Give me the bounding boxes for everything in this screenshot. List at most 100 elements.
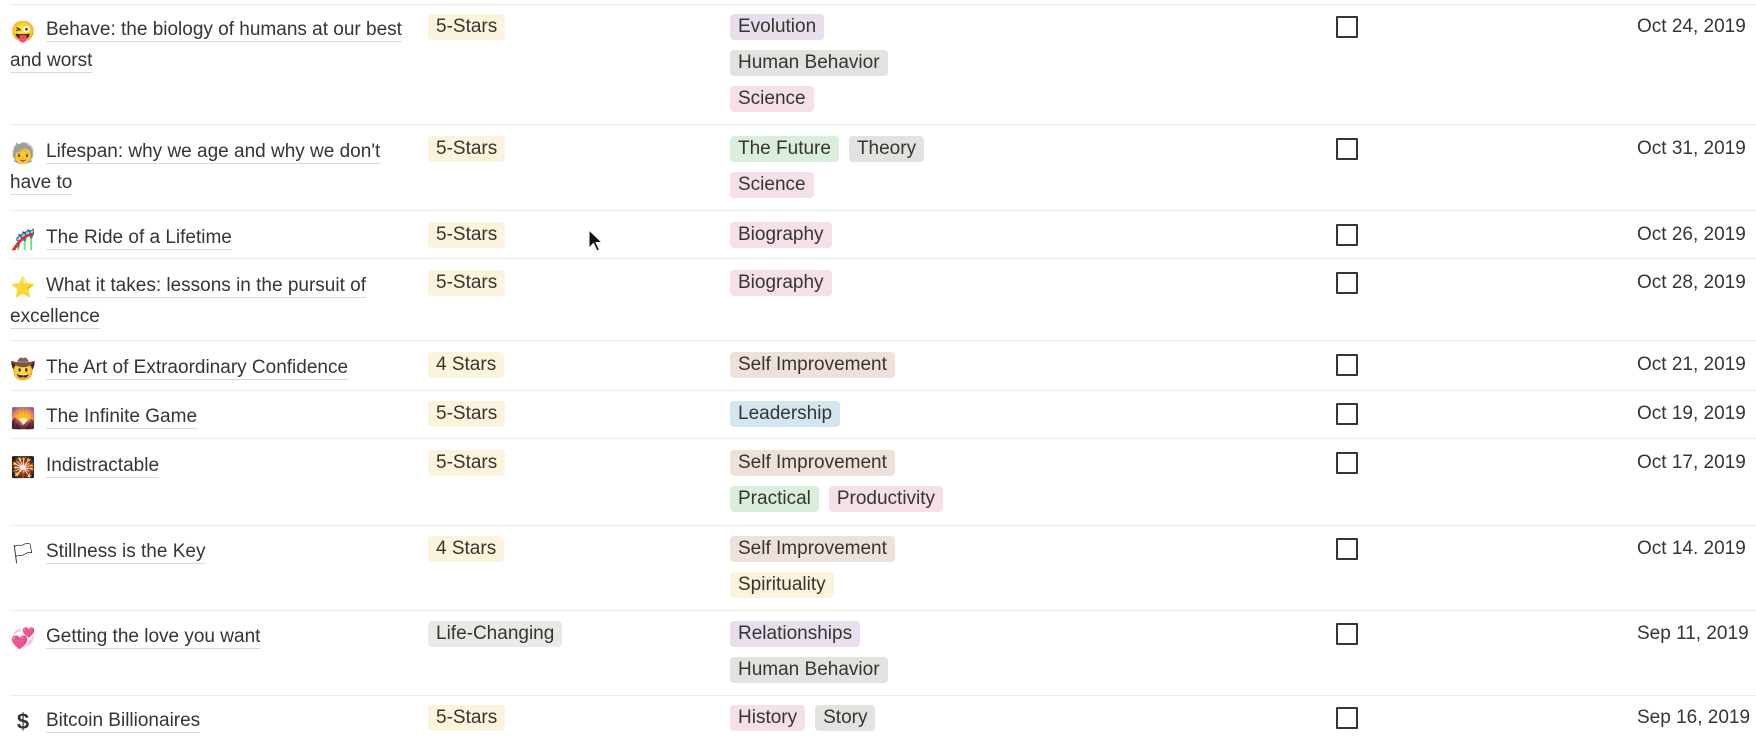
sunrise-icon: 🌄 [10,408,36,430]
date-read: Oct 24, 2019 [1637,16,1746,37]
tag-line: Leadership [730,401,1030,437]
tag-line: Biography [730,222,1030,258]
rating-tag[interactable]: 4 Stars [428,536,505,562]
genre-tags-cell[interactable]: Self Improvement Practical Productivity [730,450,1030,522]
book-title-cell[interactable]: 💞 Getting the love you want [10,621,405,652]
rating-tag[interactable]: 5-Stars [428,401,506,427]
rating-tag[interactable]: 5-Stars [428,222,506,248]
date-read: Oct 28, 2019 [1637,272,1746,293]
star-icon: ⭐ [10,277,36,299]
table-row[interactable]: 🧓 Lifespan: why we age and why we don't h… [0,136,1756,216]
rating-tag[interactable]: 4 Stars [428,352,505,378]
read-checkbox[interactable] [1336,452,1358,474]
genre-tag[interactable]: Evolution [730,14,825,40]
book-title[interactable]: The Ride of a Lifetime [46,227,232,250]
dollar-icon: $ [16,709,30,734]
book-title[interactable]: Indistractable [46,455,160,478]
genre-tag[interactable]: Leadership [730,401,841,427]
read-checkbox[interactable] [1336,138,1358,160]
genre-tags-cell[interactable]: Evolution Human Behavior Science [730,14,1030,122]
white-flag-icon: 🏳 [10,543,36,565]
table-row[interactable]: 😜 Behave: the biology of humans at our be… [0,14,1756,112]
genre-tags-cell[interactable]: Relationships Human Behavior [730,621,1030,693]
date-read: Oct 14. 2019 [1637,538,1746,559]
book-title[interactable]: Behave: the biology of humans at our bes… [10,19,402,73]
rating-tag[interactable]: Life-Changing [428,621,563,647]
read-checkbox[interactable] [1336,16,1358,38]
genre-tags-cell[interactable]: Leadership [730,401,1030,437]
tag-line: The Future Theory [730,136,1030,172]
rating-tag[interactable]: 5-Stars [428,705,506,731]
book-title[interactable]: Lifespan: why we age and why we don't ha… [10,141,381,195]
genre-tag[interactable]: Productivity [828,486,944,512]
genre-tag[interactable]: Human Behavior [730,50,888,76]
rating-tag[interactable]: 5-Stars [428,270,506,296]
genre-tag[interactable]: Human Behavior [730,657,888,683]
genre-tag[interactable]: Spirituality [730,572,834,598]
read-checkbox[interactable] [1336,272,1358,294]
book-title-cell[interactable]: 😜 Behave: the biology of humans at our be… [10,14,405,76]
genre-tag[interactable]: Story [815,705,876,731]
genre-tags-cell[interactable]: Biography [730,222,1030,258]
book-title[interactable]: The Infinite Game [46,406,198,429]
tag-line: Spirituality [730,572,1030,608]
rating-tag[interactable]: 5-Stars [428,450,506,476]
tag-line: Biography [730,270,1030,306]
book-title[interactable]: What it takes: lessons in the pursuit of… [10,275,366,329]
table-row[interactable]: $ Bitcoin Billionaires 5-Stars History Story… [0,705,1756,750]
date-read: Oct 31, 2019 [1637,138,1746,159]
genre-tag[interactable]: Science [730,86,814,112]
row-divider [10,4,1756,5]
read-checkbox[interactable] [1336,538,1358,560]
tag-line: Science [730,86,1030,122]
table-row[interactable]: ⭐ What it takes: lessons in the pursuit o… [0,270,1756,350]
tag-line: History Story [730,705,1030,741]
table-row[interactable]: 🏳 Stillness is the Key 4 Stars Self Improve… [0,536,1756,616]
books-table: 😜 Behave: the biology of humans at our be… [0,0,1756,750]
date-read: Oct 21, 2019 [1637,354,1746,375]
book-title[interactable]: Bitcoin Billionaires [46,710,201,733]
read-checkbox[interactable] [1336,224,1358,246]
genre-tags-cell[interactable]: Biography [730,270,1030,306]
book-title-cell[interactable]: ⭐ What it takes: lessons in the pursuit o… [10,270,405,332]
book-title[interactable]: Stillness is the Key [46,541,206,564]
genre-tags-cell[interactable]: Self Improvement [730,352,1030,388]
genre-tag[interactable]: The Future [730,136,839,162]
book-title-cell[interactable]: 🧓 Lifespan: why we age and why we don't h… [10,136,405,198]
genre-tag[interactable]: Relationships [730,621,861,647]
tag-line: Self Improvement [730,352,1030,388]
genre-tag[interactable]: Theory [848,136,925,162]
genre-tag[interactable]: History [730,705,806,731]
genre-tag[interactable]: Biography [730,222,832,248]
genre-tag[interactable]: Self Improvement [730,450,895,476]
book-title-cell[interactable]: 🏳 Stillness is the Key [10,536,405,567]
read-checkbox[interactable] [1336,403,1358,425]
tag-line: Evolution [730,14,1030,50]
book-title[interactable]: Getting the love you want [46,626,261,649]
genre-tags-cell[interactable]: History Story [730,705,1030,741]
genre-tags-cell[interactable]: The Future Theory Science [730,136,1030,208]
read-checkbox[interactable] [1336,623,1358,645]
book-title-cell[interactable]: 🤠 The Art of Extraordinary Confidence [10,352,405,383]
genre-tag[interactable]: Self Improvement [730,536,895,562]
book-title-cell[interactable]: $ Bitcoin Billionaires [10,705,405,736]
genre-tag[interactable]: Practical [730,486,819,512]
book-title-cell[interactable]: 🌄 The Infinite Game [10,401,405,432]
read-checkbox[interactable] [1336,354,1358,376]
date-read: Sep 16, 2019 [1637,707,1751,728]
read-checkbox[interactable] [1336,707,1358,729]
book-title[interactable]: The Art of Extraordinary Confidence [46,357,349,380]
rating-tag[interactable]: 5-Stars [428,136,506,162]
tag-line: Self Improvement [730,536,1030,572]
table-row[interactable]: 💞 Getting the love you want Life-Changing R… [0,621,1756,701]
book-title-cell[interactable]: 🎇 Indistractable [10,450,405,481]
genre-tag[interactable]: Biography [730,270,832,296]
table-row[interactable]: 🎇 Indistractable 5-Stars Self Improvement Pr… [0,450,1756,530]
genre-tag[interactable]: Self Improvement [730,352,895,378]
genre-tag[interactable]: Science [730,172,814,198]
genre-tags-cell[interactable]: Self Improvement Spirituality [730,536,1030,608]
tag-line: Human Behavior [730,50,1030,86]
silly-face-icon: 😜 [10,21,36,43]
book-title-cell[interactable]: 🎢 The Ride of a Lifetime [10,222,405,253]
rating-tag[interactable]: 5-Stars [428,14,506,40]
